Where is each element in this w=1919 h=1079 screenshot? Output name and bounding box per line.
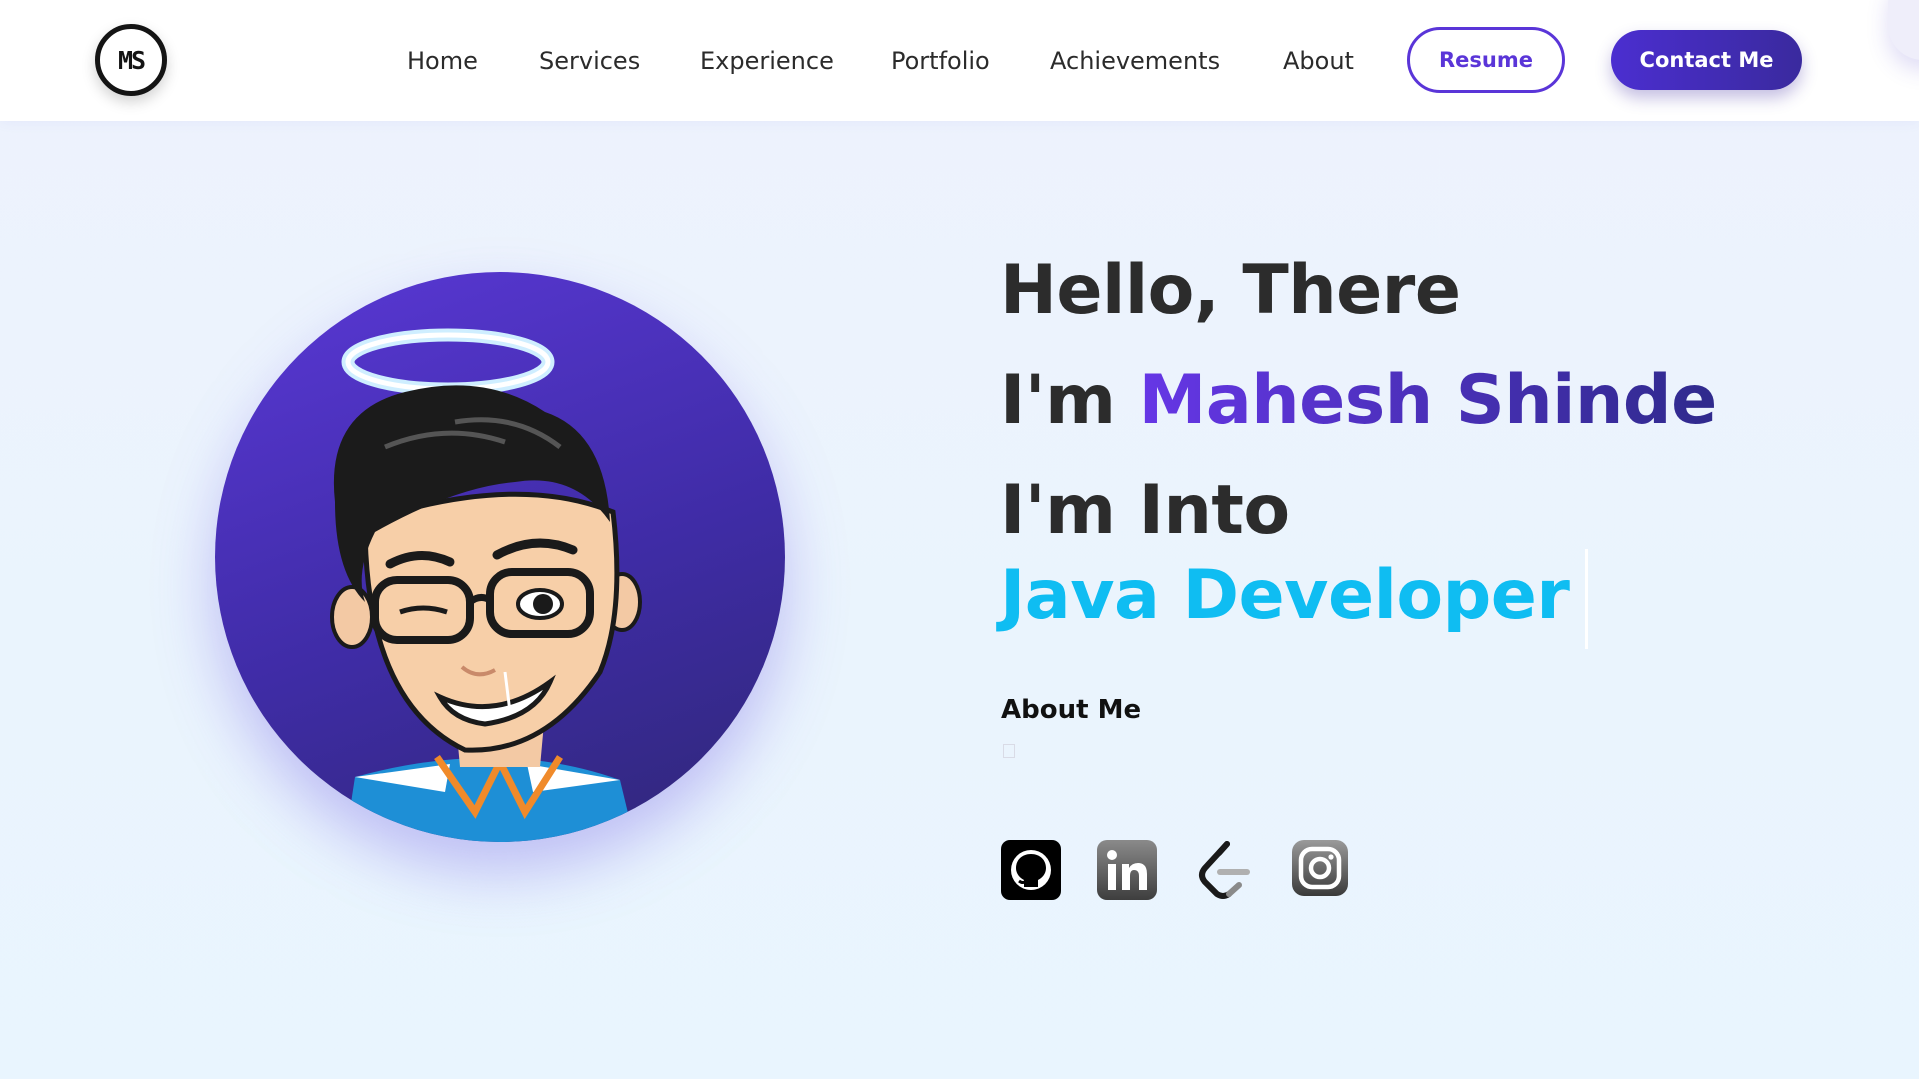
navbar: MS Home Services Experience Portfolio Ac… (0, 0, 1919, 121)
avatar-illustration (330, 328, 642, 842)
nav-home[interactable]: Home (407, 44, 478, 78)
nav-achievements[interactable]: Achievements (1050, 44, 1220, 78)
avatar (215, 272, 785, 842)
linkedin-icon (1097, 840, 1157, 900)
typing-caret (1585, 549, 1588, 649)
nav-portfolio[interactable]: Portfolio (891, 44, 990, 78)
hero-into: I'm Into (1000, 471, 1290, 550)
nav-experience[interactable]: Experience (700, 44, 834, 78)
nav-services[interactable]: Services (539, 44, 640, 78)
linkedin-link[interactable] (1097, 840, 1157, 900)
instagram-link[interactable] (1292, 840, 1352, 900)
hero-role: Java Developer (1000, 556, 1570, 635)
github-icon (1001, 840, 1061, 900)
github-link[interactable] (1001, 840, 1061, 900)
hero-name: Mahesh Shinde (1138, 361, 1718, 440)
hero-greeting: Hello, There (1000, 251, 1461, 330)
contact-me-button[interactable]: Contact Me (1611, 30, 1802, 90)
resume-button[interactable]: Resume (1407, 27, 1565, 93)
nav-about[interactable]: About (1283, 44, 1354, 78)
instagram-icon (1292, 840, 1348, 896)
about-me-heading: About Me (1001, 695, 1142, 725)
leetcode-icon (1199, 841, 1250, 899)
about-me-placeholder (1003, 744, 1015, 758)
logo[interactable]: MS (95, 24, 167, 96)
leetcode-link[interactable] (1195, 840, 1255, 900)
intro-prefix: I'm (1000, 361, 1139, 440)
hero-intro: I'm Mahesh Shinde (1000, 361, 1717, 440)
